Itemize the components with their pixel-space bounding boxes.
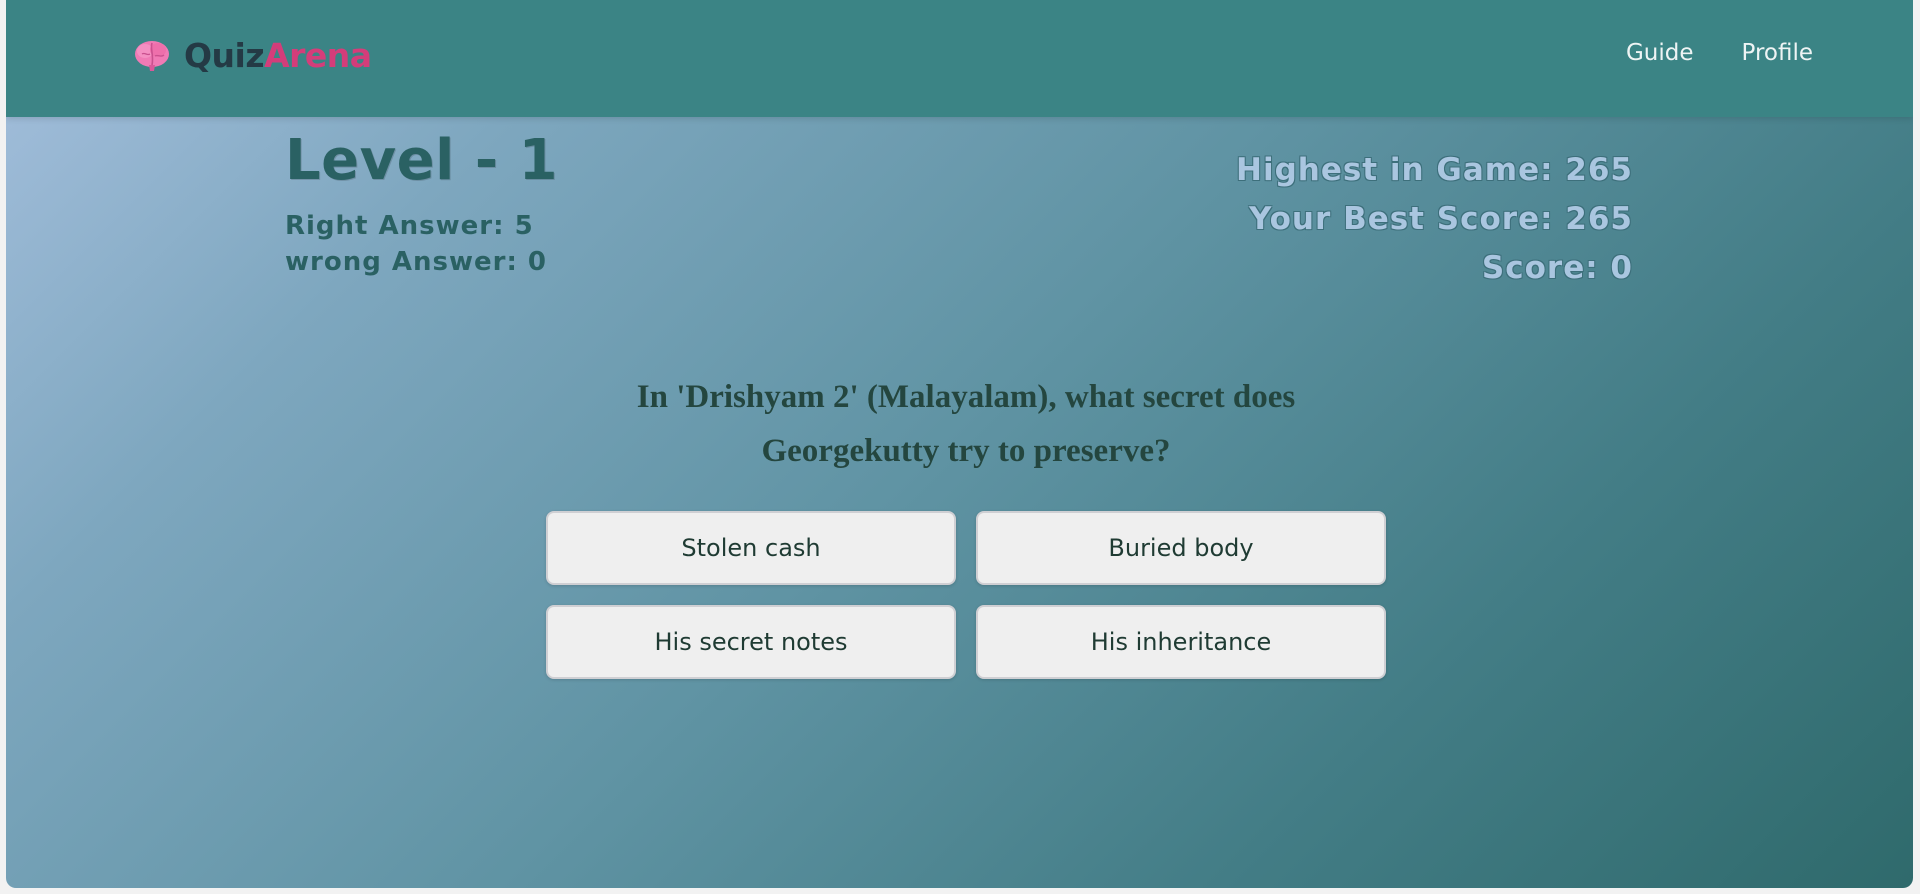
option-button-4[interactable]: His inheritance bbox=[976, 605, 1386, 679]
brand-name-quiz: Quiz bbox=[184, 36, 265, 75]
answer-options: Stolen cash Buried body His secret notes… bbox=[546, 511, 1386, 679]
brand-name-arena: Arena bbox=[264, 36, 372, 75]
brand-logo[interactable]: Quiz Arena bbox=[134, 36, 372, 75]
option-button-3[interactable]: His secret notes bbox=[546, 605, 956, 679]
nav-link-profile[interactable]: Profile bbox=[1741, 40, 1813, 66]
nav-link-guide[interactable]: Guide bbox=[1626, 40, 1694, 66]
brain-icon bbox=[135, 40, 169, 71]
level-title: Level - 1 bbox=[285, 128, 559, 193]
current-score: Score: 0 bbox=[1481, 250, 1633, 286]
question-text: In 'Drishyam 2' (Malayalam), what secret… bbox=[636, 379, 1296, 469]
score-panel: Highest in Game: 265 Your Best Score: 26… bbox=[1236, 146, 1633, 293]
right-answer-count: Right Answer: 5 bbox=[285, 211, 534, 241]
option-button-1[interactable]: Stolen cash bbox=[546, 511, 956, 585]
wrong-answer-count: wrong Answer: 0 bbox=[285, 247, 547, 277]
your-best-score: Your Best Score: 265 bbox=[1249, 201, 1633, 237]
navbar: Quiz Arena Guide Profile bbox=[6, 0, 1913, 117]
option-button-2[interactable]: Buried body bbox=[976, 511, 1386, 585]
app-window: Quiz Arena Guide Profile Level - 1 Right … bbox=[6, 0, 1913, 888]
player-stats: Level - 1 Right Answer: 5 wrong Answer: … bbox=[285, 128, 558, 277]
highest-in-game: Highest in Game: 265 bbox=[1236, 152, 1633, 188]
nav-links: Guide Profile bbox=[1626, 40, 1813, 66]
